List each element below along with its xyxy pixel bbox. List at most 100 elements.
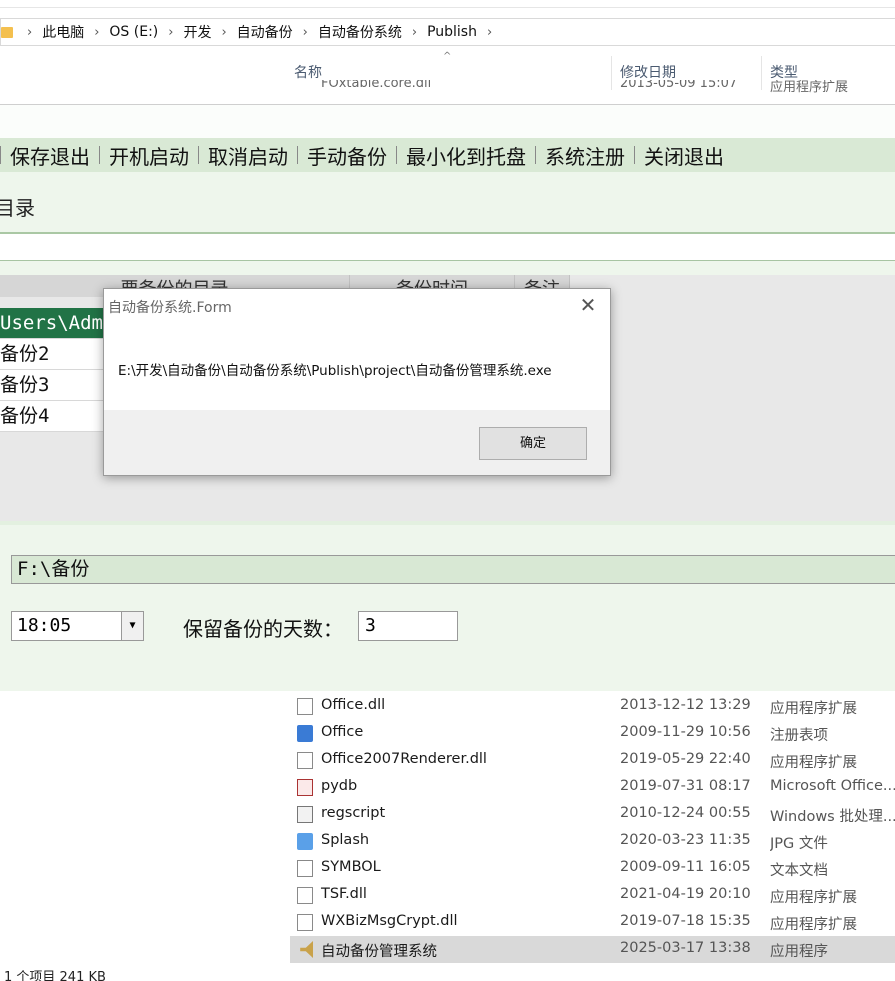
text-icon <box>297 860 313 877</box>
dll-icon <box>297 752 313 769</box>
file-type: 注册表项 <box>770 728 828 744</box>
chevron-right-icon: › <box>302 24 308 40</box>
destination-path-field[interactable]: F:\备份 <box>11 555 895 584</box>
status-bar-text: 1 个项目 241 KB <box>4 970 106 981</box>
file-row[interactable]: WXBizMsgCrypt.dll 2019-07-18 15:35 应用程序扩展 <box>290 909 895 936</box>
explorer-ribbon-clipped <box>0 0 895 8</box>
file-date: 2013-05-09 15:07 <box>620 80 738 91</box>
menu-save-exit[interactable]: 保存退出 <box>1 141 99 170</box>
file-type: 文本文档 <box>770 863 828 879</box>
image-icon <box>297 833 313 850</box>
dropdown-arrow-icon[interactable]: ▼ <box>121 612 143 640</box>
file-date: 2009-11-29 10:56 <box>620 724 751 740</box>
dll-icon <box>297 887 313 904</box>
sort-ascending-icon: ^ <box>443 51 452 62</box>
backup-time-picker[interactable]: 18:05 ▼ <box>11 611 144 641</box>
close-icon[interactable]: ✕ <box>576 293 600 317</box>
file-date: 2013-12-12 13:29 <box>620 697 751 713</box>
menu-cancel-autostart[interactable]: 取消启动 <box>199 141 297 170</box>
app-icon <box>300 941 313 958</box>
chevron-right-icon: › <box>168 24 174 40</box>
chevron-right-icon: › <box>94 24 100 40</box>
section-label: 目录 <box>0 196 35 220</box>
menu-minimize-tray[interactable]: 最小化到托盘 <box>397 141 535 170</box>
file-row[interactable]: Office2007Renderer.dll 2019-05-29 22:40 应用… <box>290 747 895 774</box>
file-type: 应用程序扩展 <box>770 890 857 906</box>
file-name: 自动备份管理系统 <box>321 944 437 960</box>
file-type: 应用程序扩展 <box>770 917 857 933</box>
registry-icon <box>297 725 313 742</box>
file-type: 应用程序扩展 <box>770 80 849 94</box>
file-date: 2019-05-29 22:40 <box>620 751 751 767</box>
file-list: Office.dll 2013-12-12 13:29 应用程序扩展 Office 20… <box>290 693 895 963</box>
address-bar[interactable]: › 此电脑 › OS (E:) › 开发 › 自动备份 › 自动备份系统 › P… <box>0 18 895 46</box>
menu-close-exit[interactable]: 关闭退出 <box>635 141 733 170</box>
file-name: SYMBOL <box>321 859 381 875</box>
file-row-clipped[interactable]: FOxtable.core.dll 2013-05-09 15:07 应用程序扩… <box>275 80 895 94</box>
grid-row[interactable]: 备份4 <box>0 401 103 432</box>
file-row[interactable]: regscript 2010-12-24 00:55 Windows 批处理... <box>290 801 895 828</box>
file-name: Office.dll <box>321 697 386 713</box>
file-date: 2019-07-18 15:35 <box>620 913 751 929</box>
batch-icon <box>297 806 313 823</box>
file-type: 应用程序 <box>770 944 828 960</box>
breadcrumb-item[interactable]: 开发 <box>183 22 211 42</box>
menu-register[interactable]: 系统注册 <box>536 141 634 170</box>
file-name: TSF.dll <box>321 886 367 902</box>
path-input-bar[interactable] <box>0 234 895 261</box>
backup-time-value: 18:05 <box>17 615 72 636</box>
grid-rows: Users\Admin 备份2 备份3 备份4 <box>0 308 103 432</box>
app-title-area <box>0 105 895 138</box>
file-row-selected[interactable]: 自动备份管理系统 2025-03-17 13:38 应用程序 <box>290 936 895 963</box>
chevron-right-icon[interactable]: › <box>487 25 492 40</box>
file-row[interactable]: SYMBOL 2009-09-11 16:05 文本文档 <box>290 855 895 882</box>
chevron-right-icon: › <box>27 24 33 40</box>
breadcrumb-item[interactable]: Publish <box>427 24 477 40</box>
grid-row[interactable]: 备份2 <box>0 339 103 370</box>
file-date: 2020-03-23 11:35 <box>620 832 751 848</box>
app-menu-bar: 保存退出 开机启动 取消启动 手动备份 最小化到托盘 系统注册 关闭退出 <box>0 138 895 172</box>
keep-days-input[interactable]: 3 <box>358 611 458 641</box>
file-type: Microsoft Office... <box>770 778 895 794</box>
directory-section: 目录 <box>0 172 895 234</box>
file-type: JPG 文件 <box>770 836 828 852</box>
breadcrumb-item[interactable]: 自动备份 <box>237 22 293 42</box>
file-date: 2019-07-31 08:17 <box>620 778 751 794</box>
file-name: FOxtable.core.dll <box>321 80 432 91</box>
grid-row-selected[interactable]: Users\Admin <box>0 308 103 339</box>
file-date: 2021-04-19 20:10 <box>620 886 751 902</box>
dialog-title: 自动备份系统.Form <box>108 300 232 316</box>
file-name: Splash <box>321 832 370 848</box>
file-name: pydb <box>321 778 358 794</box>
file-name: WXBizMsgCrypt.dll <box>321 913 458 929</box>
file-row[interactable]: TSF.dll 2021-04-19 20:10 应用程序扩展 <box>290 882 895 909</box>
menu-manual-backup[interactable]: 手动备份 <box>298 141 396 170</box>
dialog-footer: 确定 <box>104 410 610 475</box>
file-name: Office <box>321 724 364 740</box>
file-row[interactable]: Splash 2020-03-23 11:35 JPG 文件 <box>290 828 895 855</box>
file-type: 应用程序扩展 <box>770 701 857 717</box>
access-db-icon <box>297 779 313 796</box>
folder-icon <box>1 26 13 38</box>
file-date: 2025-03-17 13:38 <box>620 940 751 956</box>
desktop: › 此电脑 › OS (E:) › 开发 › 自动备份 › 自动备份系统 › P… <box>0 0 895 981</box>
chevron-right-icon: › <box>221 24 227 40</box>
ok-button[interactable]: 确定 <box>479 427 587 460</box>
grid-row[interactable]: 备份3 <box>0 370 103 401</box>
file-row[interactable]: Office 2009-11-29 10:56 注册表项 <box>290 720 895 747</box>
backup-settings: F:\备份 18:05 ▼ 保留备份的天数： 3 <box>0 521 895 691</box>
chevron-right-icon: › <box>411 24 418 40</box>
column-header-name[interactable]: 名称 <box>294 62 322 82</box>
dialog-message: E:\开发\自动备份\自动备份系统\Publish\project\自动备份管理… <box>118 363 552 379</box>
file-name: regscript <box>321 805 386 821</box>
column-header-type[interactable]: 类型 <box>770 62 798 82</box>
dll-icon <box>297 698 313 715</box>
breadcrumb-item[interactable]: 自动备份系统 <box>318 22 402 42</box>
breadcrumb-item[interactable]: 此电脑 <box>42 22 84 42</box>
file-row[interactable]: Office.dll 2013-12-12 13:29 应用程序扩展 <box>290 693 895 720</box>
breadcrumb-item[interactable]: OS (E:) <box>109 24 158 40</box>
file-type: 应用程序扩展 <box>770 755 857 771</box>
menu-autostart[interactable]: 开机启动 <box>100 141 198 170</box>
column-header-modified[interactable]: 修改日期 <box>620 62 676 82</box>
file-row[interactable]: pydb 2019-07-31 08:17 Microsoft Office... <box>290 774 895 801</box>
